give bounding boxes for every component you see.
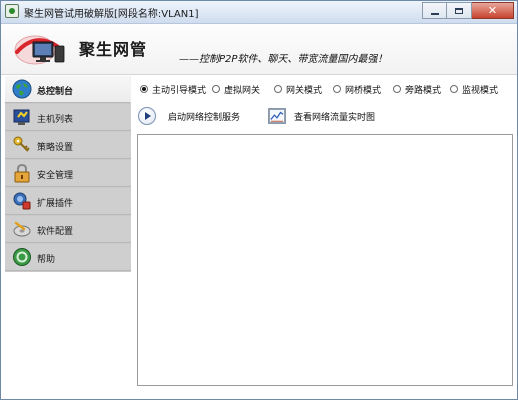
policy-key-icon: [13, 136, 30, 152]
mode-option-active-guide[interactable]: 主动引导模式: [140, 82, 206, 96]
mode-option-bridge[interactable]: 网桥模式: [333, 82, 381, 96]
maximize-button[interactable]: [447, 2, 472, 19]
sidebar-item-plugins[interactable]: 扩展插件: [5, 188, 131, 215]
view-traffic-label: 查看网络流量实时图: [294, 112, 376, 123]
mode-option-gateway[interactable]: 网关模式: [274, 82, 322, 96]
radio-button[interactable]: [393, 85, 401, 93]
mode-option-monitor[interactable]: 监视模式: [450, 82, 498, 96]
sidebar-item-help[interactable]: 帮助: [5, 244, 131, 271]
brand-name: 聚生网管: [79, 40, 148, 59]
sidebar-item-label: 软件配置: [37, 227, 74, 237]
sidebar-item-label: 总控制台: [37, 87, 74, 97]
title-bar[interactable]: 聚生网管试用破解版[网段名称:VLAN1] ✕: [1, 1, 517, 24]
sidebar-item-label: 扩展插件: [37, 199, 74, 209]
mode-label: 网关模式: [286, 85, 323, 96]
sidebar-item-label: 帮助: [37, 255, 56, 265]
help-icon: [13, 248, 31, 266]
traffic-chart-icon: [268, 108, 286, 124]
header-banner: 聚生网管 ——控制P2P软件、聊天、带宽流量国内最强！: [1, 24, 517, 75]
console-display-area: [137, 134, 513, 386]
minimize-button[interactable]: [422, 2, 447, 19]
main-panel: 主动引导模式 虚拟网关 网关模式 网桥模式 旁路模式 监视模式 启动网络控制服务…: [132, 76, 513, 394]
app-window: 聚生网管试用破解版[网段名称:VLAN1] ✕ 聚生网管 ——控制P2P软件、聊…: [0, 0, 518, 400]
plugin-icon: [13, 192, 31, 210]
maximize-icon: [455, 7, 463, 14]
radio-button[interactable]: [450, 85, 458, 93]
sidebar-item-label: 主机列表: [37, 115, 74, 125]
mode-option-bypass[interactable]: 旁路模式: [393, 82, 441, 96]
slogan: ——控制P2P软件、聊天、带宽流量国内最强！: [179, 54, 388, 65]
app-logo: [14, 35, 65, 65]
close-button[interactable]: ✕: [472, 2, 514, 19]
sidebar-item-label: 安全管理: [37, 171, 74, 181]
radio-button[interactable]: [333, 85, 341, 93]
window-title: 聚生网管试用破解版[网段名称:VLAN1]: [24, 9, 199, 20]
sidebar-item-software-config[interactable]: 软件配置: [5, 216, 131, 243]
lock-icon: [14, 163, 30, 183]
radio-button[interactable]: [212, 85, 220, 93]
play-icon: [138, 107, 156, 125]
host-list-icon: [13, 109, 30, 125]
toolbar: 启动网络控制服务 查看网络流量实时图: [138, 105, 498, 127]
sidebar-item-label: 策略设置: [37, 143, 74, 153]
app-icon: [5, 4, 19, 18]
radio-button[interactable]: [140, 85, 148, 93]
sidebar-item-security[interactable]: 安全管理: [5, 160, 131, 187]
config-disc-icon: [13, 221, 31, 237]
mode-selector: 主动引导模式 虚拟网关 网关模式 网桥模式 旁路模式 监视模式: [140, 82, 512, 98]
start-service-button[interactable]: 启动网络控制服务: [138, 105, 240, 127]
mode-label: 网桥模式: [345, 85, 382, 96]
mode-option-virtual-gateway[interactable]: 虚拟网关: [212, 82, 260, 96]
mode-label: 监视模式: [462, 85, 499, 96]
view-traffic-button[interactable]: 查看网络流量实时图: [268, 105, 375, 127]
globe-icon: [12, 79, 32, 99]
start-service-label: 启动网络控制服务: [168, 112, 241, 123]
minimize-icon: [430, 12, 439, 15]
sidebar-item-console[interactable]: 总控制台: [5, 76, 131, 103]
sidebar-item-host-list[interactable]: 主机列表: [5, 104, 131, 131]
mode-label: 主动引导模式: [152, 85, 207, 96]
mode-label: 旁路模式: [405, 85, 442, 96]
mode-label: 虚拟网关: [224, 85, 261, 96]
close-icon: ✕: [487, 4, 498, 17]
window-controls: ✕: [422, 2, 514, 20]
radio-button[interactable]: [274, 85, 282, 93]
sidebar: 总控制台 主机列表 策略设置 安全管理 扩展插件 软件配置 帮助: [5, 76, 131, 272]
sidebar-item-policy[interactable]: 策略设置: [5, 132, 131, 159]
